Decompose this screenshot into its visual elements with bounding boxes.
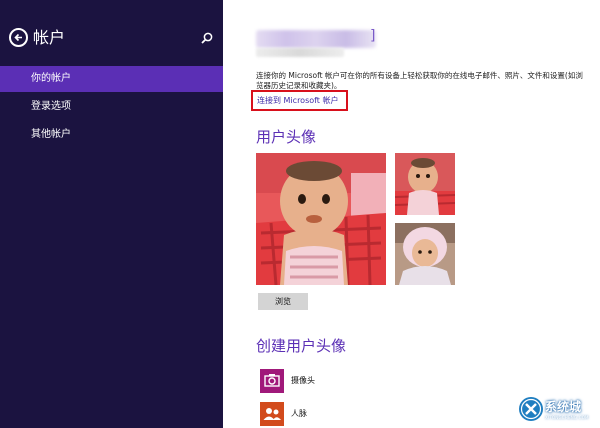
search-icon[interactable]: [200, 31, 214, 45]
recent-avatar-photo[interactable]: [395, 223, 455, 285]
sidebar-title: 帐户: [33, 28, 66, 47]
back-arrow-icon: [14, 33, 22, 42]
current-avatar-photo: [256, 153, 386, 285]
watermark-subtext: XITONGCHENG.COM: [545, 415, 589, 420]
blurred-account-email: [256, 48, 344, 57]
sidebar-header: 帐户: [0, 24, 223, 52]
sidebar: 帐户 你的帐户 登录选项 其他帐户: [0, 0, 223, 428]
watermark: 系统城 XITONGCHENG.COM: [518, 395, 600, 425]
blurred-account-name: [256, 30, 376, 48]
account-name-bracket: ]: [370, 28, 376, 44]
account-description: 连接你的 Microsoft 帐户可在你的所有设备上轻松获取你的在线电子邮件、照…: [256, 71, 583, 90]
create-picture-heading: 创建用户头像: [256, 337, 347, 355]
browse-button[interactable]: 浏览: [258, 293, 308, 310]
back-button[interactable]: [9, 28, 28, 47]
recent-avatar-photo[interactable]: [395, 153, 455, 215]
watermark-text: 系统城: [545, 400, 582, 414]
create-with-camera[interactable]: 摄像头: [260, 369, 410, 393]
people-label: 人脉: [291, 409, 307, 418]
camera-icon: [260, 369, 284, 393]
sidebar-item-sign-in-options[interactable]: 登录选项: [0, 94, 223, 120]
sidebar-item-other-accounts[interactable]: 其他帐户: [0, 122, 223, 148]
connect-microsoft-account-link[interactable]: 连接到 Microsoft 帐户: [257, 95, 339, 106]
camera-label: 摄像头: [291, 376, 315, 385]
main-panel: ] 连接你的 Microsoft 帐户可在你的所有设备上轻松获取你的在线电子邮件…: [223, 0, 600, 428]
create-with-people[interactable]: 人脉: [260, 402, 410, 426]
user-picture-heading: 用户头像: [256, 128, 317, 146]
people-icon: [260, 402, 284, 426]
sidebar-item-your-account[interactable]: 你的帐户: [0, 66, 223, 92]
x-logo-icon: [519, 397, 543, 421]
